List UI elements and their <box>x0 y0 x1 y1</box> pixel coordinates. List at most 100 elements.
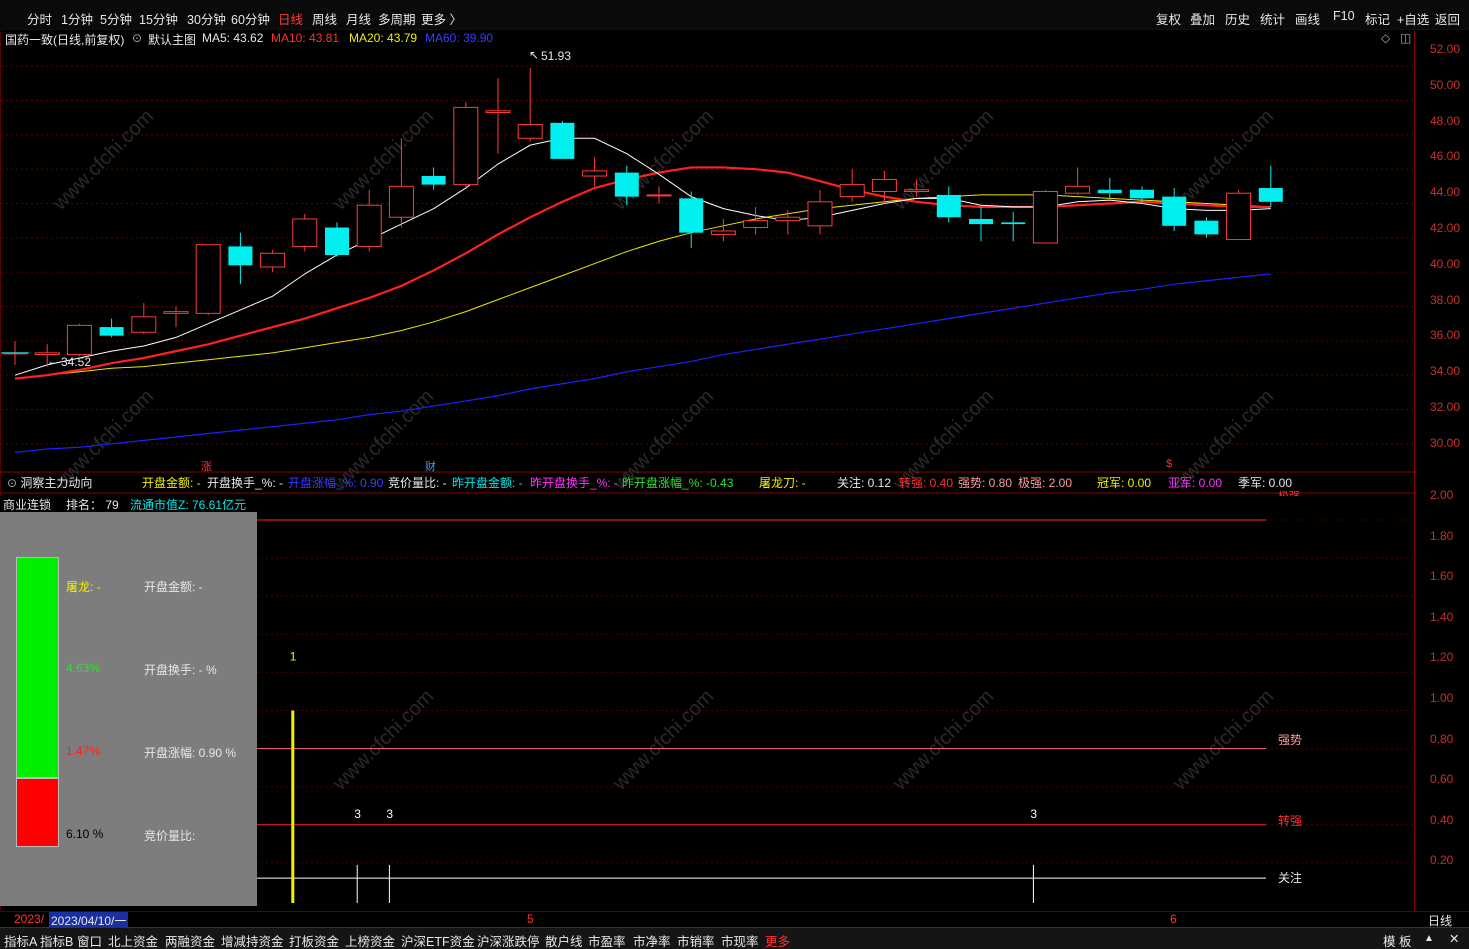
panel-kaipan-jine: 开盘金额: - <box>144 580 203 594</box>
indicator-tab-6[interactable]: 打板资金 <box>289 931 339 949</box>
period-tab-9[interactable]: 多周期 <box>378 9 416 28</box>
candle-body <box>66 324 92 356</box>
candle-body <box>646 194 672 197</box>
indicator-tick: 1.00 <box>1430 691 1454 705</box>
zhuanqiang-line-label: 转强 <box>1278 814 1303 828</box>
indicator-tab-13[interactable]: 市销率 <box>677 931 715 949</box>
candle-body <box>453 106 479 186</box>
period-tab-6[interactable]: 日线 <box>278 9 303 28</box>
price-tick: 44.00 <box>1430 185 1461 200</box>
indicator-tick: 0.80 <box>1430 731 1454 746</box>
indicator-name[interactable]: ⊙ 洞察主力动向 <box>7 474 92 491</box>
indicator-tab-7[interactable]: 上榜资金 <box>345 931 395 949</box>
price-tick: 52.00 <box>1430 42 1461 56</box>
template-selector[interactable]: 默认主图 <box>148 31 196 48</box>
year-label: 2023/ <box>14 912 45 926</box>
price-tick: 34.00 <box>1430 364 1461 379</box>
close-icon[interactable]: ✕ <box>1449 931 1459 946</box>
signal-label: 3 <box>386 807 393 821</box>
period-tab-5[interactable]: 60分钟 <box>231 9 270 28</box>
candle-body <box>1032 190 1058 244</box>
tool-button-5[interactable]: F10 <box>1333 9 1355 23</box>
indicator-tab-15[interactable]: 更多 <box>765 931 790 949</box>
zhang-marker[interactable]: 涨 <box>201 458 212 474</box>
candle-body <box>260 252 286 268</box>
period-tab-4[interactable]: 30分钟 <box>187 9 226 28</box>
tool-button-2[interactable]: 历史 <box>1225 9 1250 28</box>
template-button[interactable]: 模 板 <box>1383 931 1411 949</box>
candle-body <box>807 201 833 227</box>
period-tab-2[interactable]: 5分钟 <box>100 9 132 28</box>
period-tab-8[interactable]: 月线 <box>346 9 371 28</box>
candle-body <box>1097 189 1122 194</box>
guanzhu-line-label: 关注 <box>1278 871 1303 885</box>
candle-body <box>388 185 414 218</box>
tool-button-4[interactable]: 画线 <box>1295 9 1320 28</box>
indicator-tick: 1.20 <box>1430 650 1454 665</box>
indicator-tab-10[interactable]: 散户线 <box>545 931 583 949</box>
candle-body <box>1194 220 1219 235</box>
period-tab-0[interactable]: 分时 <box>27 9 52 28</box>
ma10-label: MA10: 43.81 <box>271 31 340 45</box>
period-tab-1[interactable]: 1分钟 <box>61 9 93 28</box>
candle-body <box>99 327 124 336</box>
candle-body <box>936 194 961 218</box>
candle-body <box>1162 196 1187 226</box>
indicator-tab-0[interactable]: 指标A <box>4 931 37 949</box>
indicator-tick: 0.40 <box>1430 812 1454 827</box>
sector-rank: 排名： 79 <box>66 498 119 512</box>
red-bar <box>16 778 59 847</box>
indicator-tab-3[interactable]: 北上资金 <box>108 931 158 949</box>
window-icon[interactable]: ◫ <box>1400 31 1411 45</box>
candle-body <box>743 220 769 229</box>
indicator-toggle-icon[interactable]: ⊙ <box>7 476 20 490</box>
indicator-tab-11[interactable]: 市盈率 <box>588 931 626 949</box>
candle-body <box>517 124 543 139</box>
signal-label: 3 <box>354 807 361 821</box>
watermark-text: www.cfchi.com <box>608 685 718 795</box>
stock-title: 国药一致(日线,前复权) <box>5 33 125 47</box>
price-tick: 30.00 <box>1430 435 1461 450</box>
sector-panel: 商业连锁 排名： 79 流通市值Z: 76.61亿元 屠龙: - 开盘金额: -… <box>0 496 257 906</box>
cai-marker[interactable]: 财 <box>425 458 436 474</box>
watermark-text: www.cfchi.com <box>1168 685 1278 795</box>
indicator-tab-5[interactable]: 增减持资金 <box>221 931 284 949</box>
indicator-tab-4[interactable]: 两融资金 <box>165 931 215 949</box>
indicator-tick: 2.00 <box>1430 488 1454 502</box>
indicator-tab-8[interactable]: 沪深ETF资金 <box>401 931 475 949</box>
candle-body <box>1258 188 1283 202</box>
period-tab-3[interactable]: 15分钟 <box>139 9 178 28</box>
indicator-tab-2[interactable]: 窗口 <box>77 931 102 949</box>
pct-red: 1.47% <box>66 744 101 758</box>
template-icon[interactable]: ⊙ <box>132 31 142 45</box>
tool-button-1[interactable]: 叠加 <box>1190 9 1215 28</box>
expand-icon[interactable]: ▲ <box>1424 933 1434 944</box>
indicator-tabbar: 指标A 指标B 窗口 北上资金 两融资金 增减持资金 打板资金 上榜资金 沪深ETF资金 沪深涨跌… <box>0 927 1469 949</box>
watermark-text: www.cfchi.com <box>48 105 158 215</box>
tool-button-3[interactable]: 统计 <box>1260 9 1285 28</box>
tool-button-6[interactable]: 标记 <box>1365 9 1390 28</box>
jiqiang-line-label: 极强 <box>1278 488 1300 496</box>
candle-body <box>550 122 575 159</box>
indicator-tick: 1.80 <box>1430 528 1454 543</box>
candle-body <box>839 184 865 198</box>
tool-button-7[interactable]: +自选 <box>1397 9 1429 28</box>
qiangshi-line-label: 强势 <box>1278 733 1303 747</box>
candle-body <box>710 230 736 235</box>
indicator-tab-14[interactable]: 市现率 <box>721 931 759 949</box>
pct-total: 6.10 % <box>66 827 104 841</box>
period-tab-7[interactable]: 周线 <box>312 9 337 28</box>
high-arrow-icon: ↖ <box>529 48 540 62</box>
tool-button-8[interactable]: 返回 <box>1435 9 1460 28</box>
tool-button-0[interactable]: 复权 <box>1156 9 1181 28</box>
dollar-marker[interactable]: $ <box>1166 458 1172 470</box>
diamond-icon[interactable]: ◇ <box>1381 31 1390 45</box>
period-tab-10[interactable]: 更多 〉 <box>421 9 462 28</box>
indicator-tab-1[interactable]: 指标B <box>40 931 73 949</box>
signal-label: 3 <box>1030 807 1037 821</box>
pct-green: 4.63% <box>66 661 101 675</box>
indicator-tick: 1.40 <box>1430 609 1454 624</box>
indicator-tab-12[interactable]: 市净率 <box>633 931 671 949</box>
indicator-tab-9[interactable]: 沪深涨跌停 <box>477 931 540 949</box>
indicator-tick: 0.20 <box>1430 853 1454 868</box>
